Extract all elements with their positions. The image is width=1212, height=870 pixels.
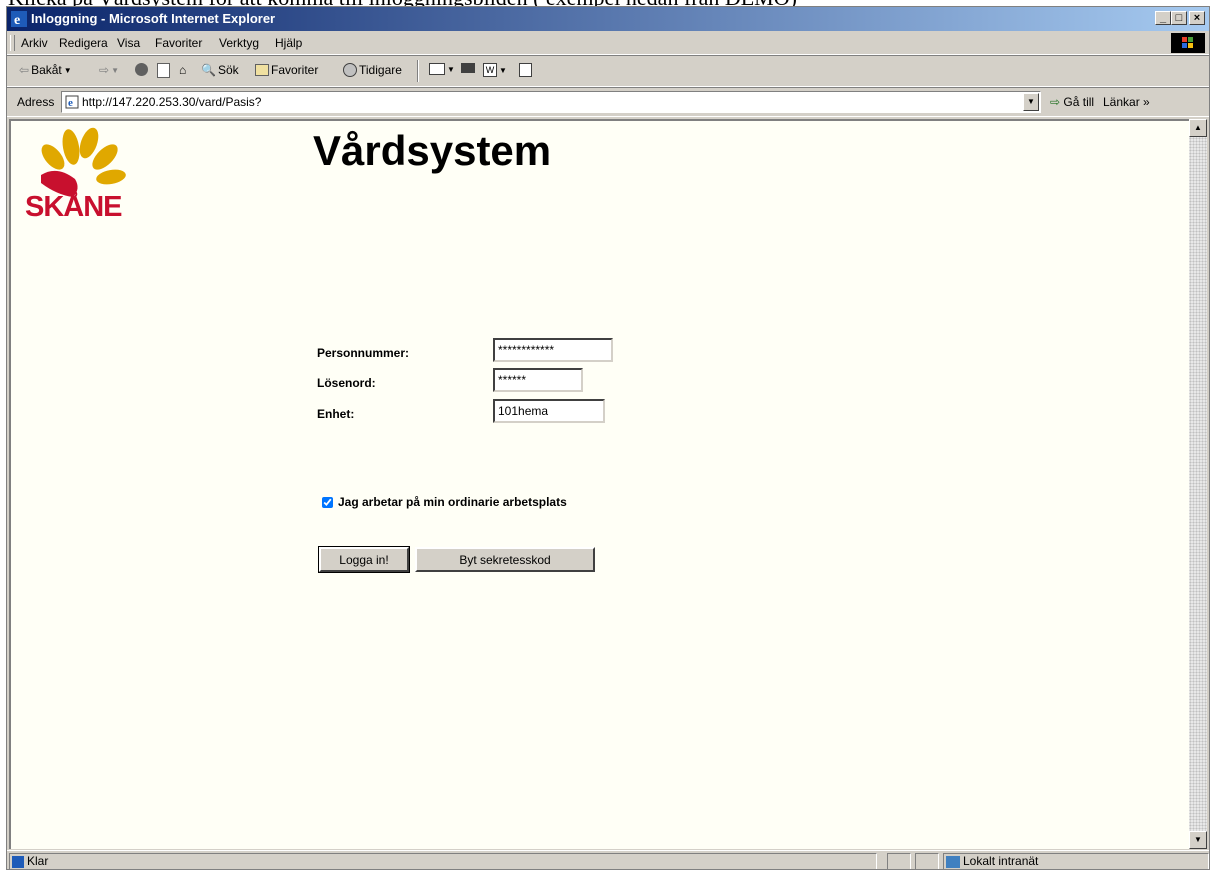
- menu-bar: Arkiv Redigera Visa Favoriter Verktyg Hj…: [7, 32, 1209, 55]
- close-button[interactable]: ×: [1189, 11, 1205, 25]
- zone-text: Lokalt intranät: [963, 854, 1039, 868]
- status-bar: Klar Lokalt intranät: [7, 850, 1209, 869]
- mail-dropdown-icon: ▼: [447, 64, 455, 74]
- address-label: Adress: [17, 95, 55, 109]
- menu-visa[interactable]: Visa: [117, 36, 140, 50]
- personnummer-input[interactable]: [493, 338, 613, 362]
- personnummer-label: Personnummer:: [317, 346, 410, 360]
- enhet-label: Enhet:: [317, 407, 355, 421]
- windows-logo: [1171, 33, 1205, 53]
- discuss-icon: [519, 63, 532, 77]
- search-label: Sök: [217, 63, 239, 77]
- standard-toolbar: ⇦ Bakåt ▼ ⇨ ▼ ⌂ 🔍 Sök Favoriter Tidigare: [7, 55, 1209, 87]
- menu-redigera[interactable]: Redigera: [59, 36, 108, 50]
- status-secure-pane: [915, 853, 939, 869]
- login-button[interactable]: Logga in!: [318, 546, 410, 573]
- page-content: SKÅNE Vårdsystem Personnummer: Lösenord:…: [9, 119, 1189, 849]
- favorites-button[interactable]: Favoriter: [255, 63, 318, 77]
- status-page-icon: [12, 855, 24, 868]
- refresh-icon: [157, 63, 170, 78]
- favorites-folder-icon: [255, 64, 269, 76]
- status-pane: Klar: [9, 853, 877, 869]
- home-button[interactable]: ⌂: [179, 63, 186, 77]
- ordinarie-arbetsplats-checkbox[interactable]: [322, 496, 333, 508]
- svg-text:e: e: [68, 97, 73, 109]
- address-dropdown-icon[interactable]: ▼: [1023, 93, 1039, 111]
- window-title: Inloggning - Microsoft Internet Explorer: [31, 11, 276, 26]
- page-icon: e: [65, 95, 79, 109]
- losenord-label: Lösenord:: [317, 376, 376, 390]
- print-icon: [461, 63, 475, 73]
- menubar-grip: [10, 35, 15, 51]
- scroll-down-icon[interactable]: ▼: [1189, 831, 1207, 849]
- menu-verktyg[interactable]: Verktyg: [219, 36, 259, 50]
- history-label: Tidigare: [359, 63, 402, 77]
- go-arrow-icon: ⇨: [1050, 95, 1061, 109]
- back-arrow-icon: ⇦: [19, 63, 30, 77]
- stop-icon: [135, 63, 148, 76]
- menu-hjalp[interactable]: Hjälp: [275, 36, 302, 50]
- refresh-button[interactable]: [157, 63, 170, 78]
- status-text: Klar: [27, 854, 49, 868]
- menu-favoriter[interactable]: Favoriter: [155, 36, 202, 50]
- losenord-input[interactable]: [493, 368, 583, 392]
- history-icon: [343, 63, 357, 77]
- search-icon: 🔍: [201, 63, 216, 77]
- vertical-scrollbar[interactable]: ▲ ▼: [1189, 119, 1207, 849]
- logo-text: SKÅNE: [25, 191, 123, 223]
- toolbar-separator: [417, 60, 419, 82]
- mail-button[interactable]: ▼: [429, 63, 455, 75]
- home-icon: ⌂: [179, 63, 187, 77]
- ordinarie-arbetsplats-row[interactable]: Jag arbetar på min ordinarie arbetsplats: [322, 495, 567, 509]
- browser-window: e Inloggning - Microsoft Internet Explor…: [6, 6, 1210, 870]
- windows-flag-icon: [1182, 37, 1193, 48]
- back-label: Bakåt: [31, 63, 62, 77]
- print-button[interactable]: [461, 63, 475, 73]
- edit-dropdown-icon: ▼: [499, 65, 507, 75]
- address-bar: Adress e ▼ ⇨ Gå till Länkar »: [7, 87, 1209, 117]
- history-button[interactable]: Tidigare: [343, 63, 402, 77]
- links-button[interactable]: Länkar »: [1103, 95, 1150, 109]
- minimize-button[interactable]: _: [1155, 11, 1171, 25]
- page-title: Vårdsystem: [313, 127, 552, 174]
- go-button[interactable]: ⇨ Gå till: [1050, 95, 1094, 109]
- ie-logo-icon: e: [11, 11, 27, 27]
- word-edit-icon: W: [483, 63, 497, 77]
- favorites-label: Favoriter: [271, 63, 319, 77]
- edit-button[interactable]: W ▼: [483, 63, 507, 77]
- stop-button[interactable]: [135, 63, 148, 76]
- forward-button[interactable]: ⇨ ▼: [99, 63, 119, 77]
- change-code-button[interactable]: Byt sekretesskod: [415, 547, 595, 572]
- discuss-button[interactable]: [519, 63, 532, 77]
- title-bar[interactable]: e Inloggning - Microsoft Internet Explor…: [7, 7, 1209, 31]
- search-button[interactable]: 🔍 Sök: [201, 63, 239, 77]
- maximize-button[interactable]: □: [1171, 11, 1187, 25]
- mail-icon: [429, 63, 445, 75]
- url-input[interactable]: [82, 94, 1012, 110]
- ordinarie-arbetsplats-label: Jag arbetar på min ordinarie arbetsplats: [338, 495, 567, 509]
- forward-dropdown-icon: ▼: [111, 65, 119, 75]
- forward-arrow-icon: ⇨: [99, 63, 110, 77]
- address-field[interactable]: e ▼: [61, 91, 1041, 113]
- menu-arkiv[interactable]: Arkiv: [21, 36, 48, 50]
- status-progress-pane: [887, 853, 911, 869]
- status-zone-pane: Lokalt intranät: [943, 853, 1209, 869]
- go-label: Gå till: [1063, 95, 1095, 109]
- scroll-up-icon[interactable]: ▲: [1189, 119, 1207, 137]
- intranet-icon: [946, 855, 960, 868]
- back-button[interactable]: ⇦ Bakåt ▼: [19, 63, 72, 77]
- back-dropdown-icon: ▼: [63, 65, 72, 75]
- svg-text:e: e: [14, 13, 20, 27]
- enhet-input[interactable]: [493, 399, 605, 423]
